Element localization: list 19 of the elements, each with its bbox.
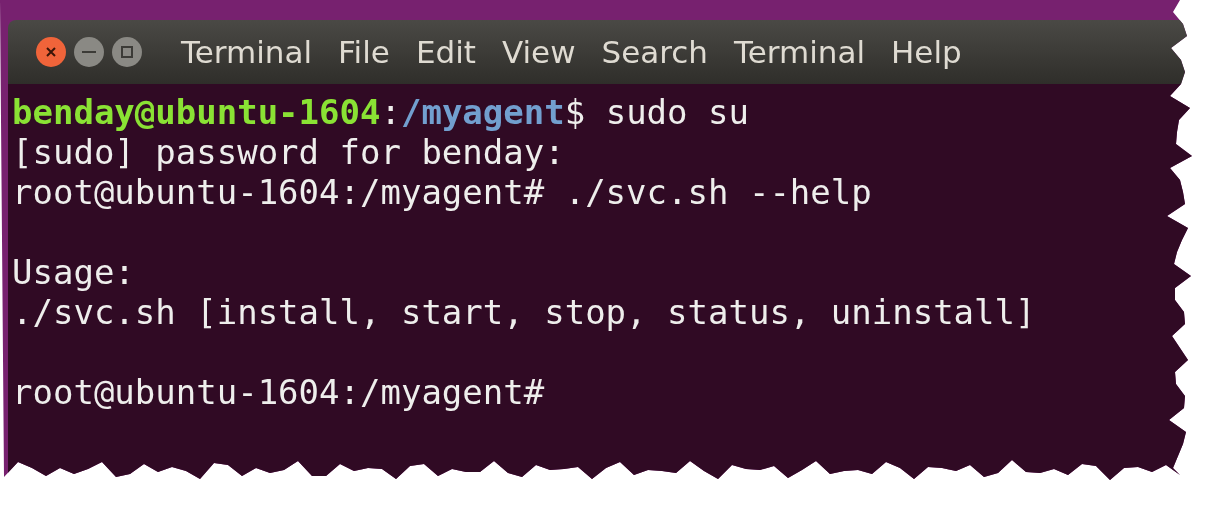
terminal-line: root@ubuntu-1604:/myagent# ./svc.sh --help bbox=[12, 172, 873, 212]
menu-item[interactable]: Terminal bbox=[725, 34, 875, 70]
terminal-line: benday@ubuntu-1604:/myagent$ sudo su bbox=[12, 92, 750, 132]
app-name: Terminal bbox=[180, 34, 313, 70]
menu-item[interactable]: Search bbox=[592, 34, 718, 70]
menu-item[interactable]: Edit bbox=[406, 34, 485, 70]
maximize-button[interactable] bbox=[112, 37, 142, 67]
terminal-line: Usage: bbox=[12, 252, 136, 292]
terminal-line: ./svc.sh [install, start, stop, status, uninstall] bbox=[12, 292, 1037, 332]
minimize-button[interactable] bbox=[74, 37, 104, 67]
menu-item[interactable]: File bbox=[329, 34, 399, 70]
menu-item[interactable]: View bbox=[492, 34, 585, 70]
menu-item[interactable]: Help bbox=[882, 34, 971, 70]
close-button[interactable] bbox=[36, 37, 66, 67]
minimize-icon bbox=[82, 50, 96, 54]
maximize-icon bbox=[121, 46, 133, 58]
terminal-line: [sudo] password for benday: bbox=[12, 132, 566, 172]
terminal-line: root@ubuntu-1604:/myagent# bbox=[12, 372, 546, 412]
close-icon bbox=[45, 46, 57, 58]
